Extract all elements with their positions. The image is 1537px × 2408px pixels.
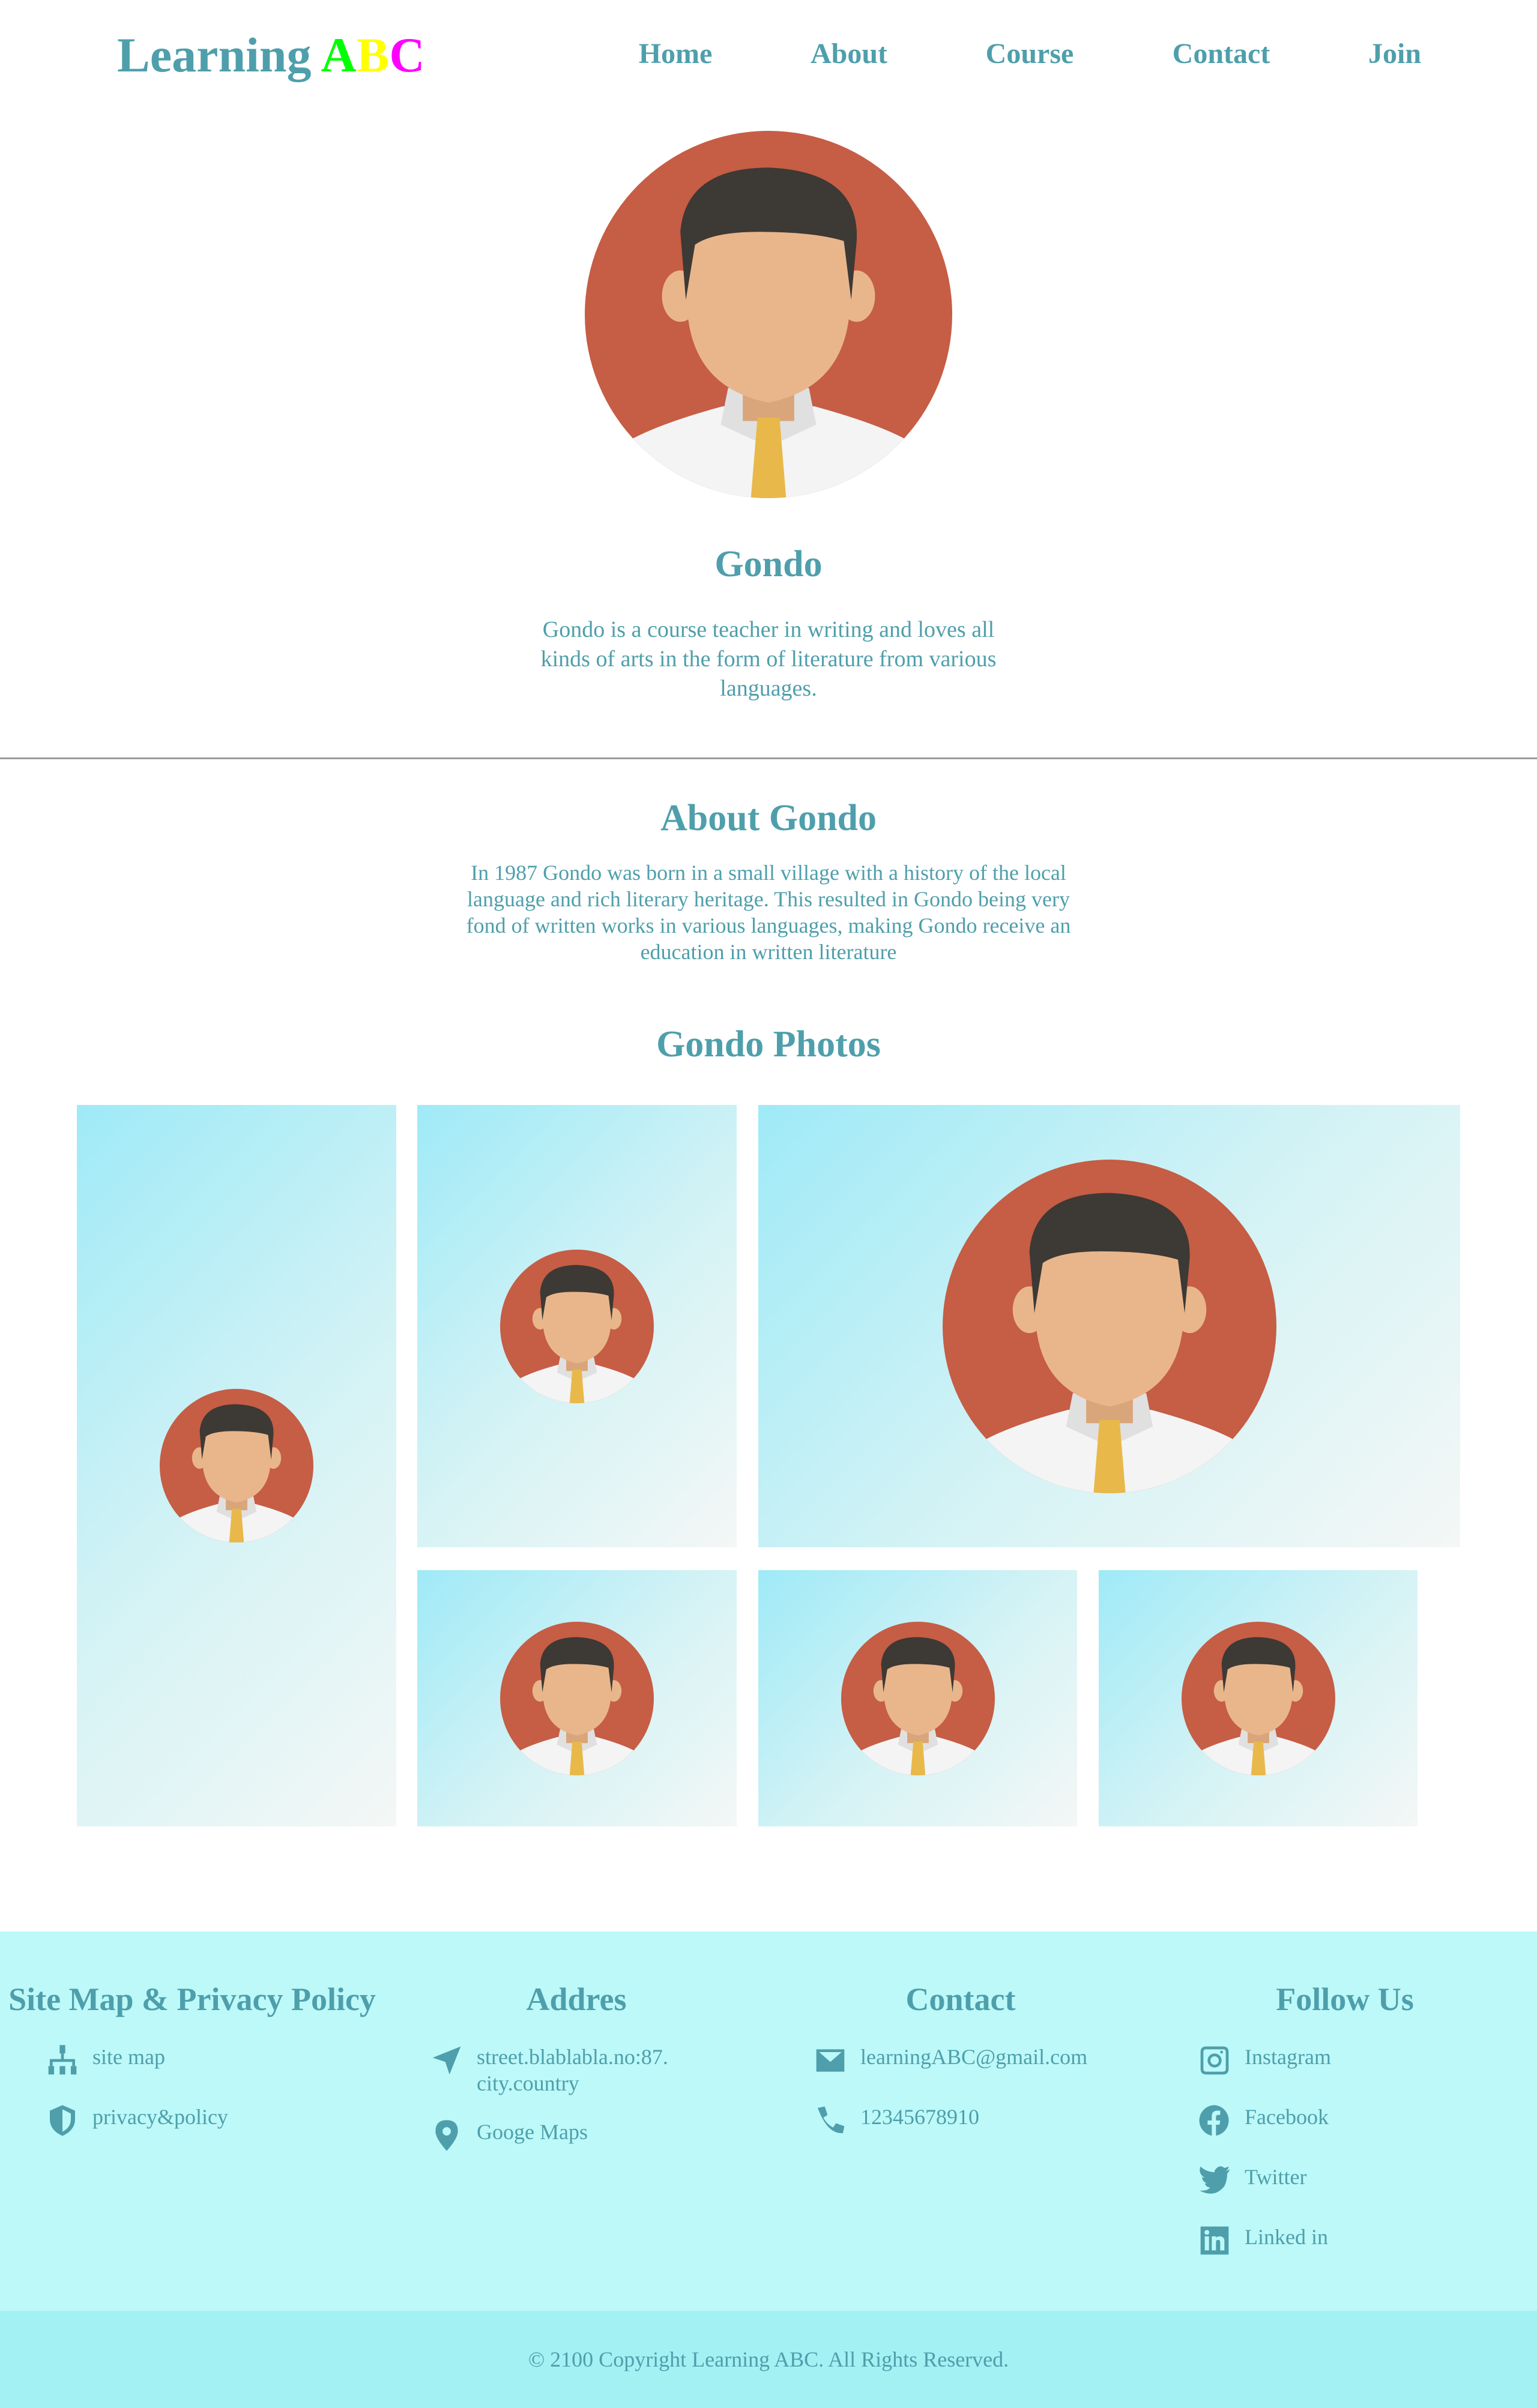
twitter-icon [1199, 2166, 1230, 2194]
address-label: street.blablabla.no:87. city.country [477, 2045, 668, 2095]
nav-course[interactable]: Course [986, 37, 1074, 70]
shield-icon [50, 2105, 75, 2136]
location-arrow-icon [432, 2046, 461, 2075]
logo-letter-c: C [389, 28, 425, 82]
profile-avatar [585, 131, 952, 498]
privacy-label: privacy&policy [92, 2105, 228, 2129]
privacy-link[interactable]: privacy&policy [46, 2104, 228, 2137]
twitter-link[interactable]: Twitter [1198, 2164, 1306, 2197]
about-text: In 1987 Gondo was born in a small villag… [466, 861, 1071, 964]
copyright-text: © 2100 Copyright Learning ABC. All Right… [528, 2347, 1009, 2371]
avatar-photo [500, 1622, 654, 1775]
photo-tile[interactable] [77, 1105, 396, 1826]
sitemap-link[interactable]: site map [46, 2044, 165, 2077]
address-text: street.blablabla.no:87. city.country [430, 2044, 706, 2096]
instagram-label: Instagram [1245, 2045, 1331, 2069]
linkedin-link[interactable]: Linked in [1198, 2224, 1328, 2257]
avatar-photo [841, 1622, 995, 1775]
footer-follow-title: Follow Us [1276, 1981, 1414, 2017]
photos-title: Gondo Photos [656, 1024, 881, 1065]
avatar-photo [500, 1250, 654, 1403]
map-pin-icon [435, 2120, 458, 2151]
logo-text: Learning [117, 28, 321, 82]
nav-about[interactable]: About [811, 37, 887, 70]
about-title: About Gondo [660, 798, 877, 838]
instagram-icon [1200, 2046, 1229, 2075]
email-label: learningABC@gmail.com [860, 2045, 1088, 2069]
copyright-bar: © 2100 Copyright Learning ABC. All Right… [0, 2311, 1537, 2408]
avatar-photo [160, 1389, 313, 1543]
facebook-icon [1199, 2105, 1229, 2136]
phone-label: 12345678910 [860, 2105, 979, 2129]
nav-contact[interactable]: Contact [1173, 37, 1270, 70]
logo-letter-a: A [321, 28, 357, 82]
linkedin-label: Linked in [1245, 2225, 1328, 2249]
footer-contact-title: Contact [905, 1981, 1016, 2017]
twitter-label: Twitter [1245, 2165, 1307, 2189]
sitemap-icon [48, 2045, 77, 2075]
facebook-label: Facebook [1245, 2105, 1329, 2129]
photo-tile[interactable] [417, 1570, 737, 1826]
phone-icon [818, 2106, 845, 2134]
logo[interactable]: Learning ABC [117, 27, 425, 83]
sitemap-label: site map [92, 2045, 165, 2069]
photo-tile[interactable] [758, 1105, 1460, 1547]
footer-sitemap-title: Site Map & Privacy Policy [8, 1981, 376, 2017]
footer-address-title: Addres [526, 1981, 627, 2017]
photo-tile[interactable] [1099, 1570, 1418, 1826]
maps-link[interactable]: Googe Maps [430, 2119, 588, 2152]
photo-tile[interactable] [417, 1105, 737, 1547]
profile-name: Gondo [714, 544, 823, 585]
divider [0, 757, 1537, 759]
avatar-photo [943, 1160, 1276, 1493]
profile-description: Gondo is a course teacher in writing and… [540, 617, 997, 701]
email-link[interactable]: learningABC@gmail.com [814, 2044, 1087, 2077]
facebook-link[interactable]: Facebook [1198, 2104, 1329, 2137]
maps-label: Googe Maps [477, 2120, 588, 2144]
linkedin-icon [1200, 2226, 1229, 2255]
nav-join[interactable]: Join [1368, 37, 1421, 70]
nav-home[interactable]: Home [639, 37, 713, 70]
instagram-link[interactable]: Instagram [1198, 2044, 1331, 2077]
photo-tile[interactable] [758, 1570, 1077, 1826]
phone-link[interactable]: 12345678910 [814, 2104, 979, 2137]
envelope-icon [816, 2049, 845, 2072]
avatar-photo [1182, 1622, 1335, 1775]
logo-letter-b: B [356, 28, 390, 82]
